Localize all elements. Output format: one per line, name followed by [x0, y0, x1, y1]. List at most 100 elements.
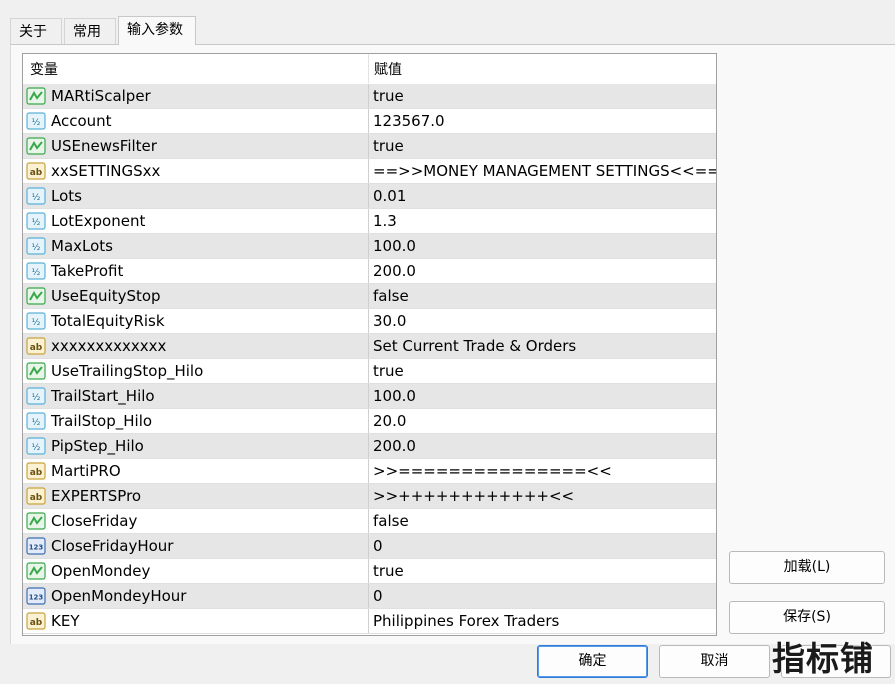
cell-divider	[368, 309, 369, 334]
parameter-name: EXPERTSPro	[51, 487, 142, 505]
string-icon: ab	[26, 337, 46, 355]
row-divider	[23, 633, 716, 634]
parameter-value[interactable]: 30.0	[373, 312, 406, 330]
parameter-value[interactable]: 100.0	[373, 387, 416, 405]
column-header-variable[interactable]: 变量	[30, 59, 58, 79]
table-row[interactable]: ab KEY Philippines Forex Traders	[23, 609, 716, 634]
double-icon: ½	[26, 437, 46, 455]
table-row[interactable]: OpenMondey true	[23, 559, 716, 584]
table-row[interactable]: ½ Account 123567.0	[23, 109, 716, 134]
table-row[interactable]: ab xxSETTINGSxx ==>>MONEY MANAGEMENT SETTI…	[23, 159, 716, 184]
parameter-value[interactable]: 0	[373, 537, 383, 555]
parameter-name: TrailStop_Hilo	[51, 412, 153, 430]
parameter-name: MartiPRO	[51, 462, 121, 480]
parameter-value[interactable]: 200.0	[373, 262, 416, 280]
parameter-value[interactable]: 0	[373, 587, 383, 605]
table-row[interactable]: ab MartiPRO >>===============<<	[23, 459, 716, 484]
table-row[interactable]: ½ PipStep_Hilo 200.0	[23, 434, 716, 459]
double-icon: ½	[26, 387, 46, 405]
table-row[interactable]: ½ TotalEquityRisk 30.0	[23, 309, 716, 334]
parameter-value[interactable]: true	[373, 87, 404, 105]
parameter-value[interactable]: ==>>MONEY MANAGEMENT SETTINGS<<==	[373, 162, 716, 180]
int-icon: 123	[26, 587, 46, 605]
table-row[interactable]: ½ TrailStart_Hilo 100.0	[23, 384, 716, 409]
parameter-name: OpenMondey	[51, 562, 151, 580]
parameter-name: xxxxxxxxxxxxx	[51, 337, 167, 355]
cell-divider	[368, 509, 369, 534]
tab-common[interactable]: 常用	[64, 18, 116, 44]
parameter-value[interactable]: 200.0	[373, 437, 416, 455]
ok-button[interactable]: 确定	[537, 645, 648, 678]
cell-divider	[368, 134, 369, 159]
cell-divider	[368, 584, 369, 609]
grid-header: 变量 赋值	[23, 54, 716, 83]
tab-about[interactable]: 关于	[10, 18, 62, 44]
parameter-value[interactable]: 20.0	[373, 412, 406, 430]
parameter-value[interactable]: false	[373, 512, 409, 530]
bool-icon	[26, 87, 46, 105]
table-row[interactable]: MARtiScalper true	[23, 84, 716, 109]
cell-divider	[368, 259, 369, 284]
parameter-name: PipStep_Hilo	[51, 437, 144, 455]
parameter-name: TotalEquityRisk	[51, 312, 165, 330]
table-row[interactable]: UseTrailingStop_Hilo true	[23, 359, 716, 384]
parameter-value[interactable]: >>===============<<	[373, 462, 612, 480]
cell-divider	[368, 384, 369, 409]
table-row[interactable]: 123 CloseFridayHour 0	[23, 534, 716, 559]
table-row[interactable]: UseEquityStop false	[23, 284, 716, 309]
parameter-name: Account	[51, 112, 112, 130]
parameter-value[interactable]: false	[373, 287, 409, 305]
parameter-name: TakeProfit	[51, 262, 124, 280]
parameters-grid[interactable]: 变量 赋值 MARtiScalper true ½ Account 123567.0 US…	[22, 53, 717, 636]
double-icon: ½	[26, 412, 46, 430]
svg-text:½: ½	[32, 218, 41, 228]
parameter-value[interactable]: 100.0	[373, 237, 416, 255]
cell-divider	[368, 609, 369, 634]
save-button[interactable]: 保存(S)	[729, 601, 885, 634]
table-row[interactable]: ab xxxxxxxxxxxxx Set Current Trade & Order…	[23, 334, 716, 359]
cell-divider	[368, 234, 369, 259]
double-icon: ½	[26, 312, 46, 330]
parameter-name: OpenMondeyHour	[51, 587, 187, 605]
table-row[interactable]: CloseFriday false	[23, 509, 716, 534]
parameter-value[interactable]: >>++++++++++++<<	[373, 487, 574, 505]
table-row[interactable]: USEnewsFilter true	[23, 134, 716, 159]
cell-divider	[368, 159, 369, 184]
parameter-value[interactable]: Philippines Forex Traders	[373, 612, 559, 630]
table-row[interactable]: ½ TrailStop_Hilo 20.0	[23, 409, 716, 434]
table-row[interactable]: ½ MaxLots 100.0	[23, 234, 716, 259]
bool-icon	[26, 287, 46, 305]
column-divider[interactable]	[368, 54, 369, 83]
table-row[interactable]: ½ LotExponent 1.3	[23, 209, 716, 234]
tab-inputs[interactable]: 输入参数	[118, 16, 196, 45]
parameter-value[interactable]: true	[373, 562, 404, 580]
parameter-value[interactable]: true	[373, 362, 404, 380]
svg-text:½: ½	[32, 268, 41, 278]
svg-text:½: ½	[32, 418, 41, 428]
double-icon: ½	[26, 187, 46, 205]
load-button[interactable]: 加载(L)	[729, 551, 885, 584]
table-row[interactable]: ½ TakeProfit 200.0	[23, 259, 716, 284]
table-row[interactable]: 123 OpenMondeyHour 0	[23, 584, 716, 609]
column-header-value[interactable]: 赋值	[374, 59, 402, 79]
parameter-value[interactable]: true	[373, 137, 404, 155]
cancel-button[interactable]: 取消	[659, 645, 770, 678]
cell-divider	[368, 334, 369, 359]
parameter-value[interactable]: 0.01	[373, 187, 406, 205]
parameter-name: UseTrailingStop_Hilo	[51, 362, 204, 380]
string-icon: ab	[26, 162, 46, 180]
table-row[interactable]: ½ Lots 0.01	[23, 184, 716, 209]
svg-text:½: ½	[32, 393, 41, 403]
parameter-value[interactable]: 1.3	[373, 212, 397, 230]
string-icon: ab	[26, 487, 46, 505]
svg-text:½: ½	[32, 318, 41, 328]
parameter-name: UseEquityStop	[51, 287, 161, 305]
double-icon: ½	[26, 237, 46, 255]
parameter-name: LotExponent	[51, 212, 146, 230]
cell-divider	[368, 534, 369, 559]
cell-divider	[368, 359, 369, 384]
string-icon: ab	[26, 462, 46, 480]
parameter-value[interactable]: Set Current Trade & Orders	[373, 337, 576, 355]
parameter-value[interactable]: 123567.0	[373, 112, 445, 130]
table-row[interactable]: ab EXPERTSPro >>++++++++++++<<	[23, 484, 716, 509]
